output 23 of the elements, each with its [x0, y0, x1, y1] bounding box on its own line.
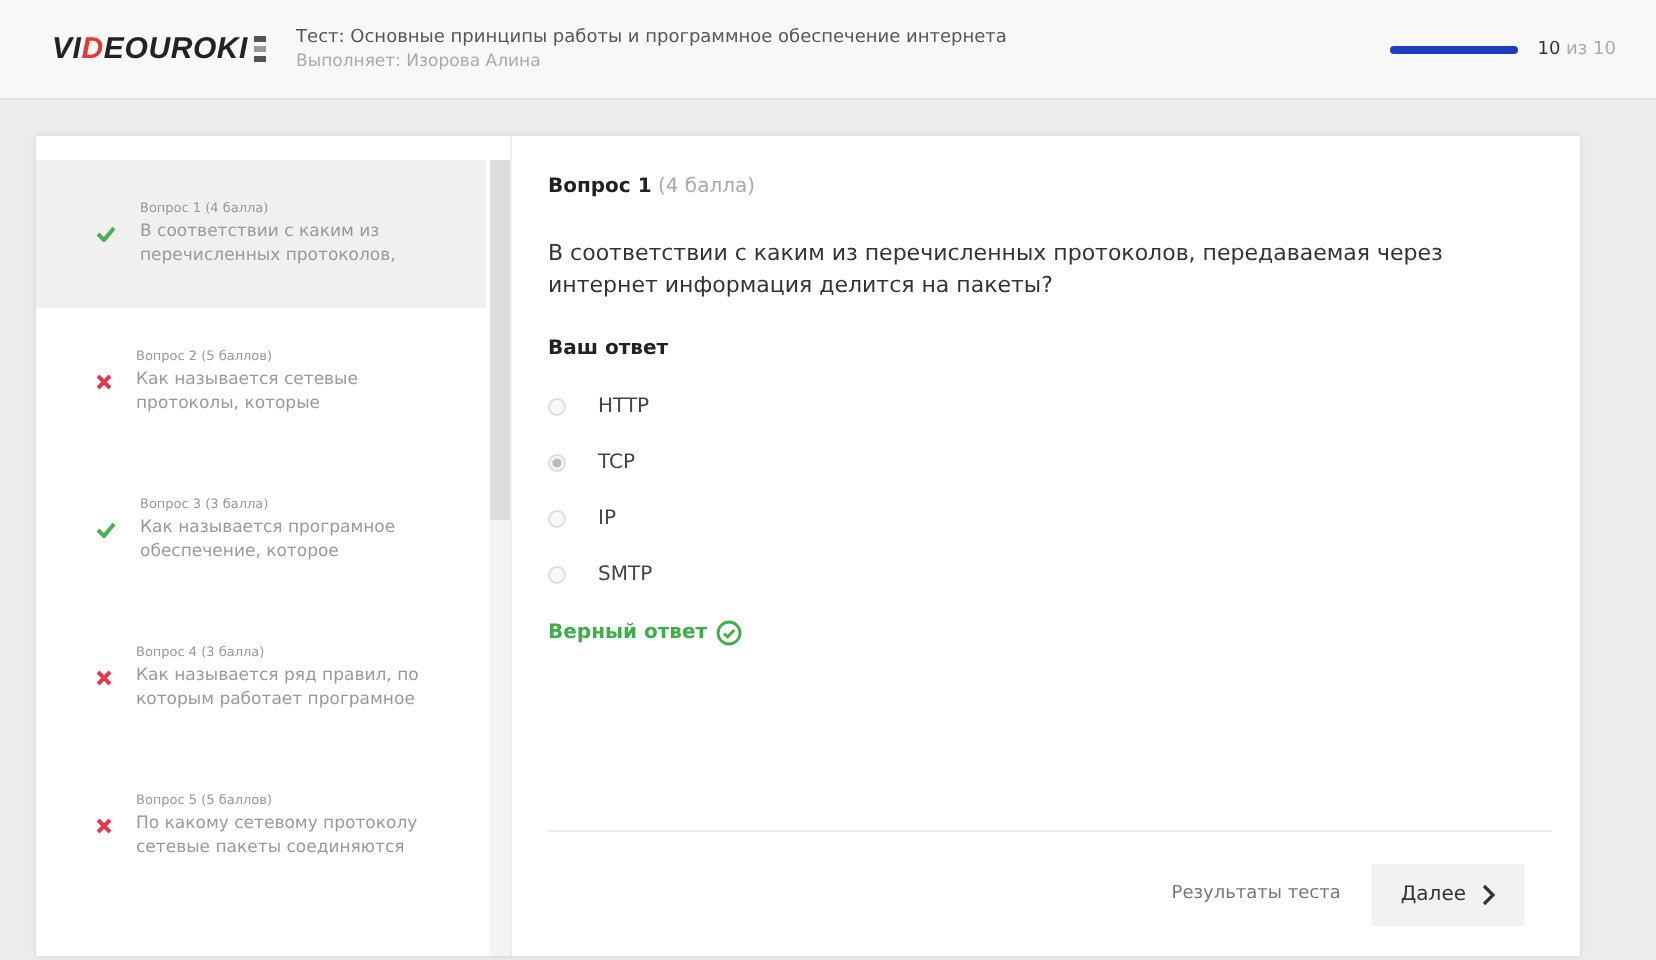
option-label: TCP — [598, 452, 636, 475]
results-link[interactable]: Результаты теста — [1171, 884, 1341, 904]
next-button[interactable]: Далее — [1372, 863, 1524, 925]
answer-label: Ваш ответ — [548, 337, 671, 360]
performer-name: Выполняет: Изорова Алина — [296, 51, 543, 71]
scrollbar[interactable] — [490, 160, 510, 956]
radio-button[interactable] — [548, 454, 566, 473]
chevron-right-icon — [1482, 883, 1496, 905]
radio-button[interactable] — [548, 510, 566, 529]
question-number: Вопрос 1 — [548, 176, 652, 198]
logo[interactable]: VIDEOUROKI — [52, 32, 249, 66]
option-label: HTTP — [598, 396, 650, 419]
check-circle-icon — [715, 619, 742, 646]
test-title: Тест: Основные принципы работы и программное обеспечение интернета — [296, 27, 1009, 47]
result-text: Верный ответ — [548, 621, 708, 644]
progress-count: 10 из 10 — [1537, 39, 1616, 59]
radio-button[interactable] — [548, 398, 566, 417]
logo-mark-icon — [252, 33, 269, 65]
option-label: SMTP — [598, 564, 653, 587]
question-text: В соответствии с каким из перечисленных протоколов, передаваемая через интернет информация делится на пакеты? — [548, 238, 1445, 302]
option-label: IP — [598, 508, 616, 531]
question-points: (4 балла) — [657, 176, 756, 198]
radio-button[interactable] — [548, 566, 566, 585]
